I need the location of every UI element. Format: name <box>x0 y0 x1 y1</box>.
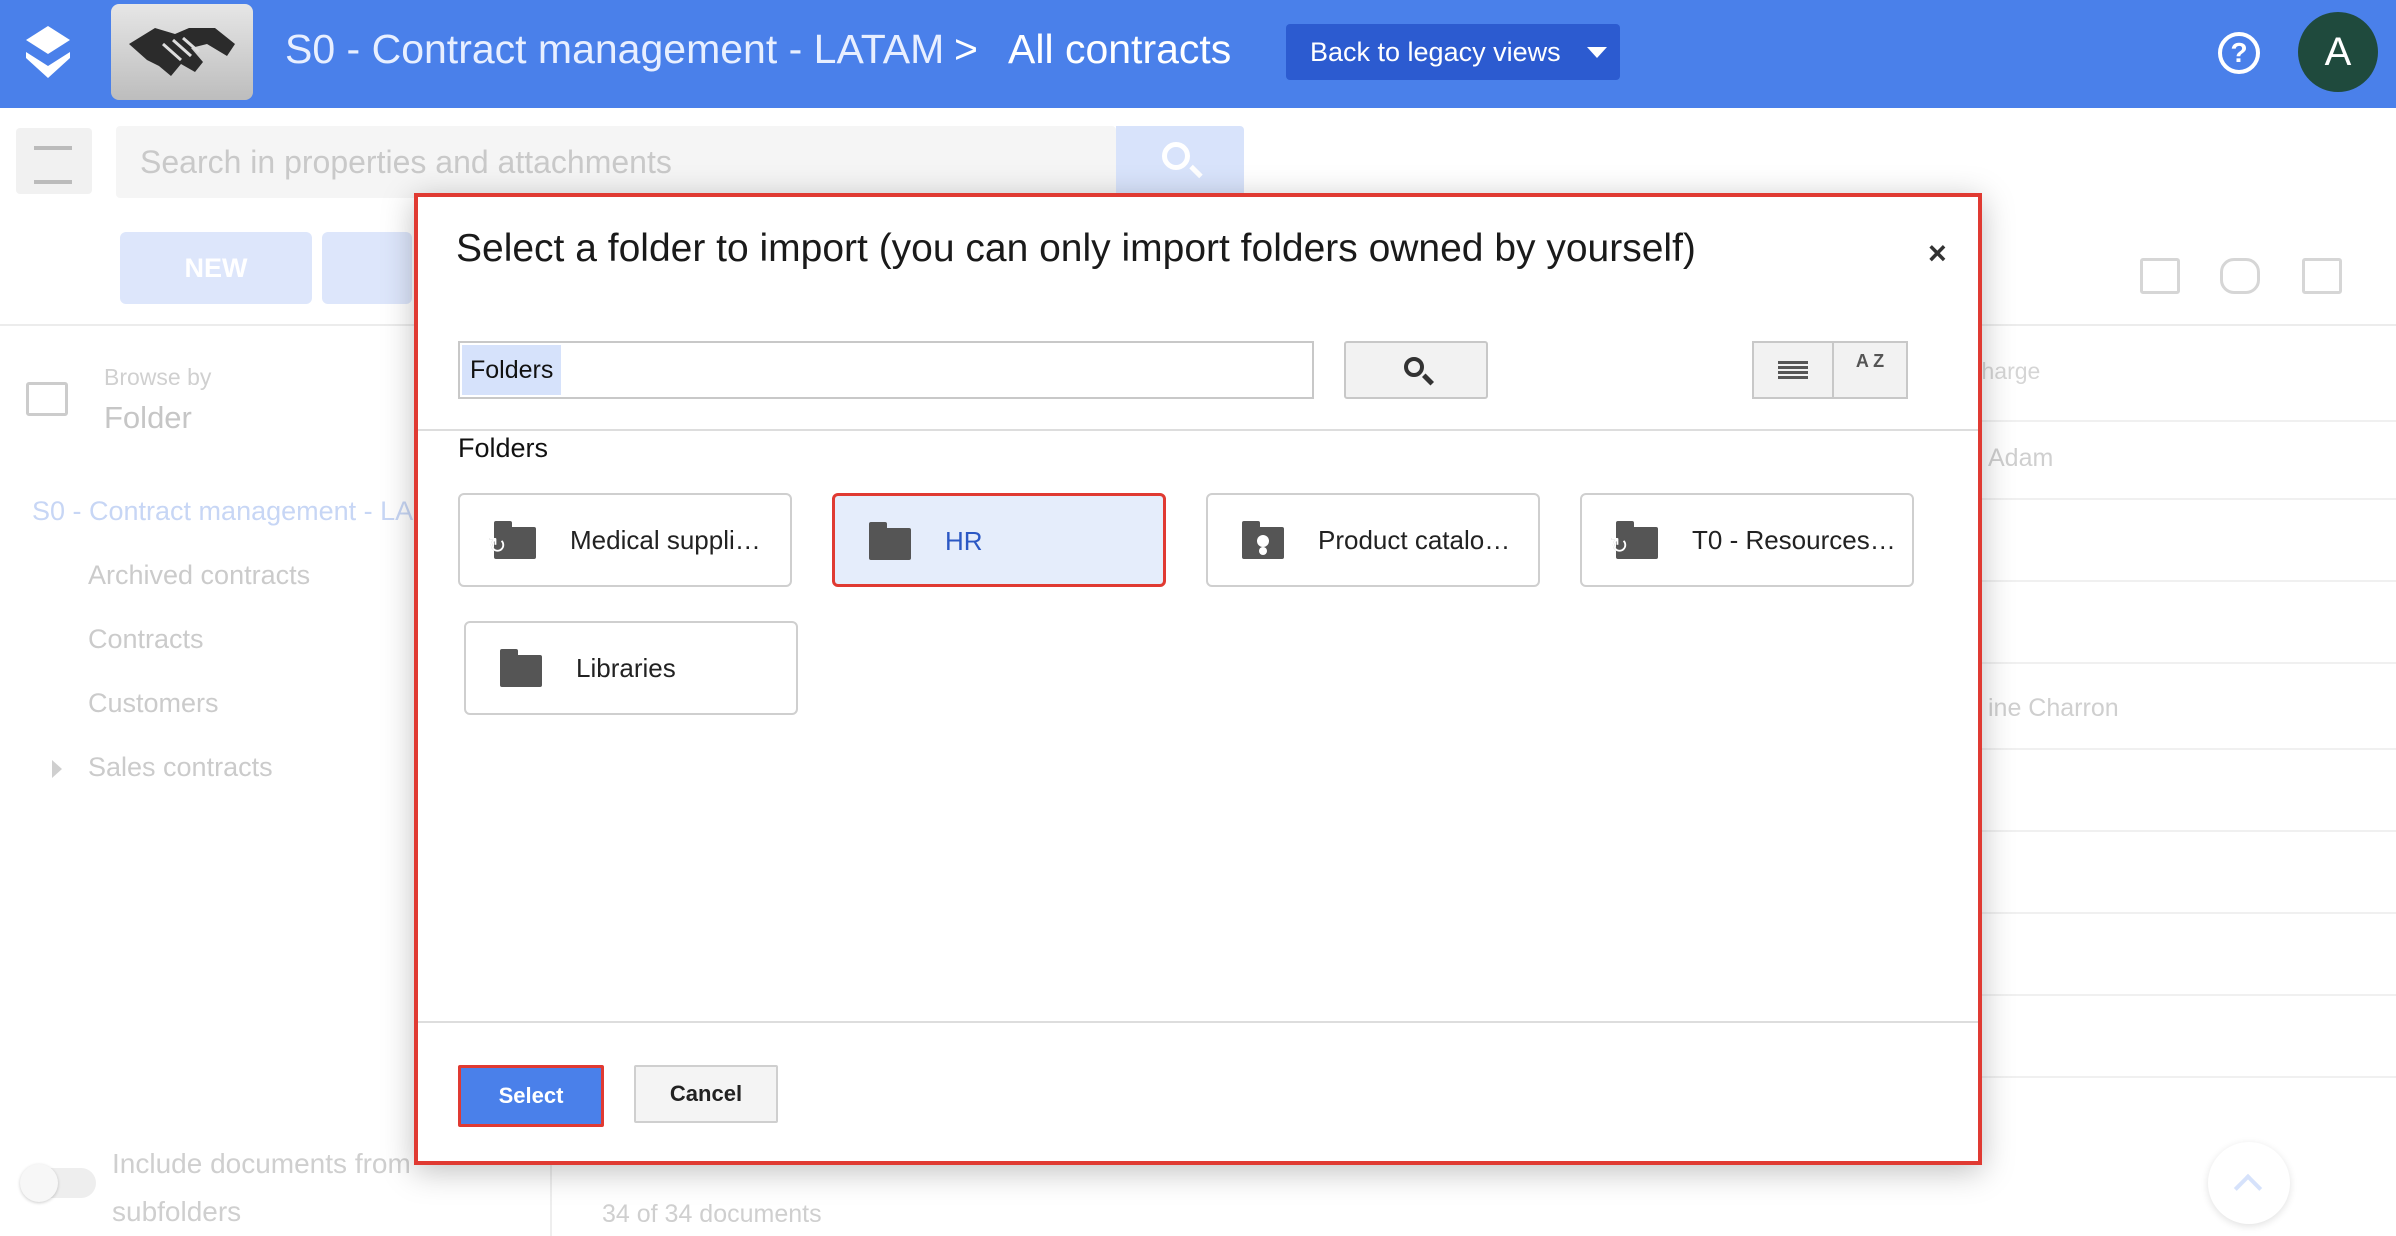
chevron-down-icon <box>1586 46 1607 58</box>
search-button[interactable] <box>1116 126 1244 198</box>
app-logo-icon[interactable] <box>26 26 70 78</box>
dialog-search-input[interactable]: Folders <box>458 341 1314 399</box>
tree-item-sales-contracts[interactable]: Sales contracts <box>88 752 273 783</box>
row-divider <box>1980 830 2396 832</box>
import-folder-dialog: Select a folder to import (you can only … <box>414 193 1982 1165</box>
avatar[interactable]: A <box>2298 12 2378 92</box>
row-divider <box>1980 498 2396 500</box>
breadcrumb-app-name[interactable]: S0 - Contract management - LATAM <box>285 26 944 73</box>
include-line-1: Include documents from <box>112 1148 411 1179</box>
folder-icon <box>869 522 911 560</box>
folder-card-hr[interactable]: HR <box>832 493 1166 587</box>
include-line-2: subfolders <box>112 1196 242 1227</box>
back-to-legacy-views-button[interactable]: Back to legacy views <box>1286 24 1620 80</box>
edit-columns-icon[interactable] <box>2302 258 2342 294</box>
folder-name: T0 - Resources… <box>1692 525 1896 555</box>
tree-item-contracts[interactable]: Contracts <box>88 624 204 655</box>
folder-card-medical-supplies[interactable]: Medical suppli… <box>458 493 792 587</box>
folder-name: Product catalo… <box>1318 525 1511 555</box>
document-count: 34 of 34 documents <box>602 1200 822 1228</box>
include-subfolders-toggle[interactable] <box>20 1164 96 1202</box>
search-filter-chip[interactable]: Folders <box>462 345 562 395</box>
search-input[interactable]: Search in properties and attachments <box>116 126 1116 198</box>
folder-card-product-catalog[interactable]: Product catalo… <box>1206 493 1540 587</box>
row-divider <box>1980 580 2396 582</box>
sync-folder-icon <box>488 521 536 559</box>
search-icon <box>1404 357 1424 377</box>
cancel-button[interactable]: Cancel <box>634 1065 778 1123</box>
include-subfolders-label: Include documents from subfolders <box>112 1140 411 1236</box>
table-cell: ine Charron <box>1988 694 2119 722</box>
sort-az-button[interactable]: A Z <box>1832 341 1908 399</box>
top-bar: S0 - Contract management - LATAM > All c… <box>0 0 2396 108</box>
row-divider <box>1980 912 2396 914</box>
page-title: All contracts <box>1008 26 1232 72</box>
tree-item-customers[interactable]: Customers <box>88 688 219 719</box>
dialog-title: Select a folder to import (you can only … <box>456 227 1696 270</box>
folder-name: Libraries <box>576 653 676 683</box>
tree-item-archived-contracts[interactable]: Archived contracts <box>88 560 310 591</box>
browse-by-value[interactable]: Folder <box>104 400 192 436</box>
table-cell: Adam <box>1988 444 2054 472</box>
expand-caret-icon[interactable] <box>52 760 62 778</box>
select-button[interactable]: Select <box>458 1065 604 1127</box>
link-icon[interactable] <box>2220 258 2260 294</box>
divider <box>418 429 1978 431</box>
app-thumbnail[interactable] <box>111 4 253 100</box>
new-button[interactable]: NEW <box>120 232 312 304</box>
shared-folder-icon <box>1242 521 1284 559</box>
search-icon <box>1162 142 1190 170</box>
legacy-button-label: Back to legacy views <box>1310 36 1561 67</box>
list-view-button[interactable] <box>1752 341 1834 399</box>
row-divider <box>1980 662 2396 664</box>
sidebar-toggle-icon[interactable] <box>16 128 92 194</box>
folder-name: Medical suppli… <box>570 525 761 555</box>
folder-icon <box>500 649 542 687</box>
table-view-icon[interactable] <box>2140 258 2180 294</box>
folder-card-libraries[interactable]: Libraries <box>464 621 798 715</box>
row-divider <box>1980 1076 2396 1078</box>
tree-root-item[interactable]: S0 - Contract management - LA <box>32 496 413 527</box>
help-icon[interactable]: ? <box>2218 32 2260 74</box>
folder-name: HR <box>945 526 983 556</box>
scroll-to-top-button[interactable] <box>2208 1142 2290 1224</box>
row-divider <box>1980 994 2396 996</box>
handshake-icon <box>129 28 235 76</box>
divider <box>418 1021 1978 1023</box>
row-divider <box>1980 420 2396 422</box>
section-label-folders: Folders <box>458 433 549 463</box>
folder-card-t0-resources[interactable]: T0 - Resources… <box>1580 493 1914 587</box>
breadcrumb-separator-icon: > <box>954 26 978 72</box>
folder-icon <box>26 382 68 416</box>
row-divider <box>1980 748 2396 750</box>
browse-by-label: Browse by <box>104 364 212 390</box>
new-folder-button[interactable] <box>322 232 412 304</box>
close-icon[interactable]: × <box>1928 235 1947 272</box>
dialog-search-button[interactable] <box>1344 341 1488 399</box>
sync-folder-icon <box>1610 521 1658 559</box>
